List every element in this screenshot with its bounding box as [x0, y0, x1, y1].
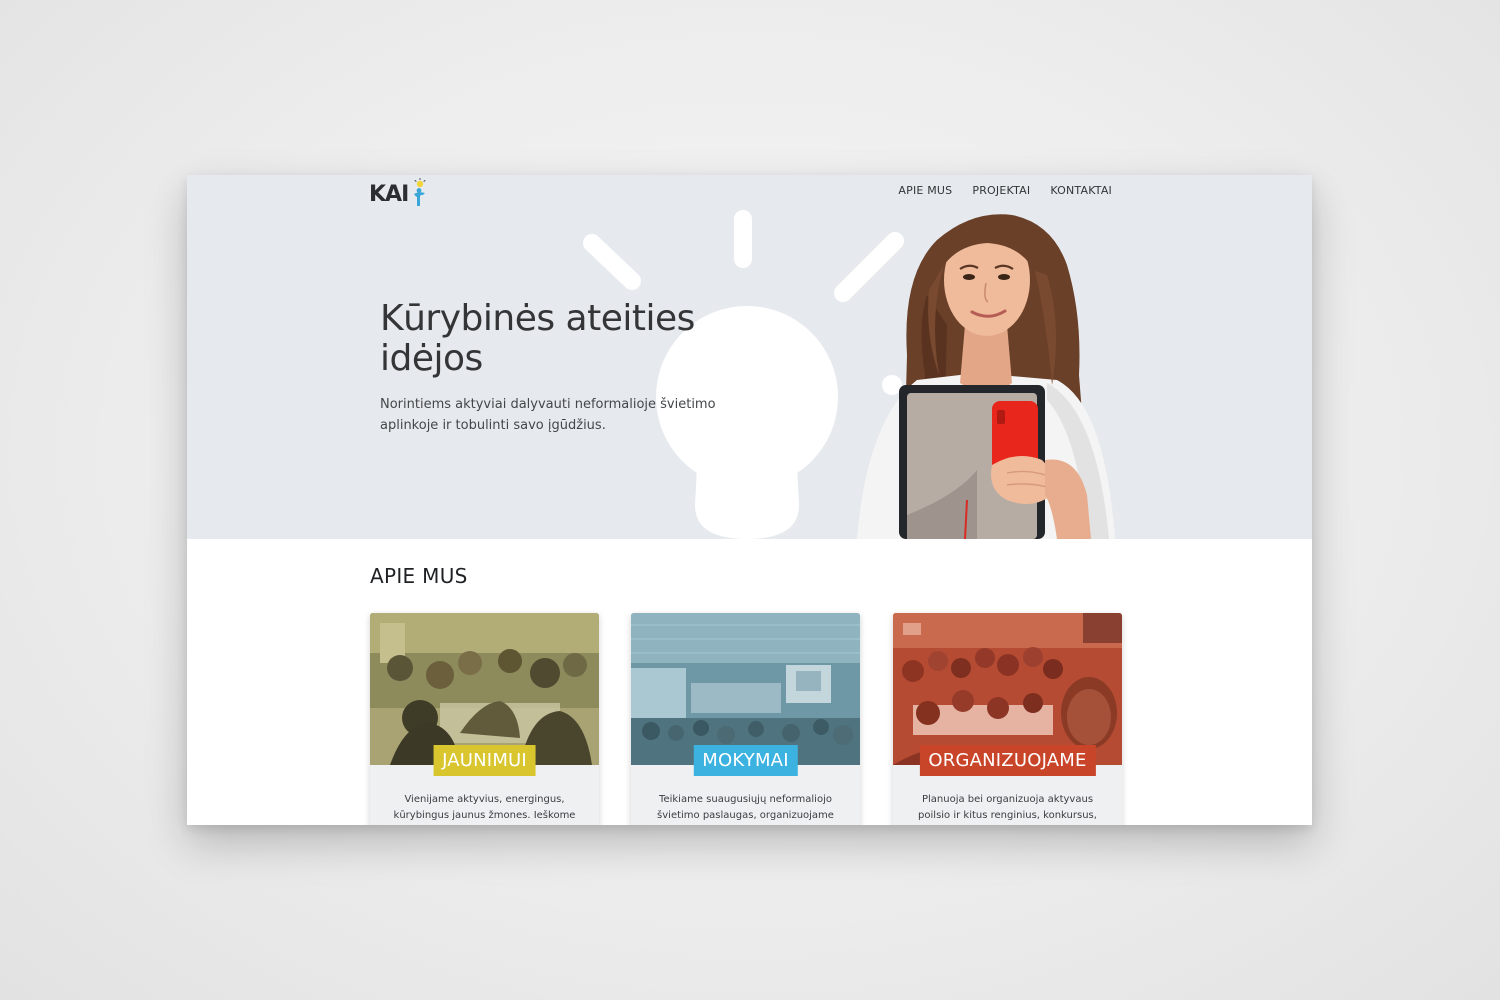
main-nav: APIE MUS PROJEKTAI KONTAKTAI [898, 184, 1112, 197]
lightbulb-graphic [583, 210, 904, 539]
card-image [631, 613, 860, 765]
hero-person-image [857, 214, 1115, 539]
nav-projektai[interactable]: PROJEKTAI [972, 184, 1030, 197]
nav-kontaktai[interactable]: KONTAKTAI [1050, 184, 1112, 197]
card-jaunimui[interactable]: JAUNIMUI Vienijame aktyvius, energingus,… [370, 613, 599, 825]
card-label-organizuojame: ORGANIZUOJAME [919, 745, 1096, 776]
card-organizuojame[interactable]: ORGANIZUOJAME Planuoja bei organizuoja a… [893, 613, 1122, 825]
about-section-title: APIE MUS [370, 564, 468, 588]
card-description: Vienijame aktyvius, energingus, kūrybing… [393, 794, 576, 821]
website-window: KAI APIE MUS PROJEKTAI KONTAKTAI Kūrybin… [187, 175, 1312, 825]
brand-name: KAI [369, 182, 409, 207]
card-image [370, 613, 599, 765]
hero-subtitle: Norintiems aktyviai dalyvauti neformalio… [380, 397, 716, 433]
card-description: Teikiame suaugusiųjų neformaliojo švieti… [657, 794, 834, 821]
brand-logo[interactable]: KAI [369, 178, 432, 208]
card-label-mokymai: MOKYMAI [693, 745, 798, 776]
card-mokymai[interactable]: MOKYMAI Teikiame suaugusiųjų neformalioj… [631, 613, 860, 825]
nav-apie-mus[interactable]: APIE MUS [898, 184, 952, 197]
person-with-lightbulb-icon [414, 178, 426, 206]
hero-title: Kūrybinės ateities idėjos [380, 298, 695, 379]
hero-section: KAI APIE MUS PROJEKTAI KONTAKTAI Kūrybin… [187, 175, 1312, 539]
card-description: Planuoja bei organizuoja aktyvaus poilsi… [918, 794, 1097, 821]
card-label-jaunimui: JAUNIMUI [433, 745, 536, 776]
card-image [893, 613, 1122, 765]
